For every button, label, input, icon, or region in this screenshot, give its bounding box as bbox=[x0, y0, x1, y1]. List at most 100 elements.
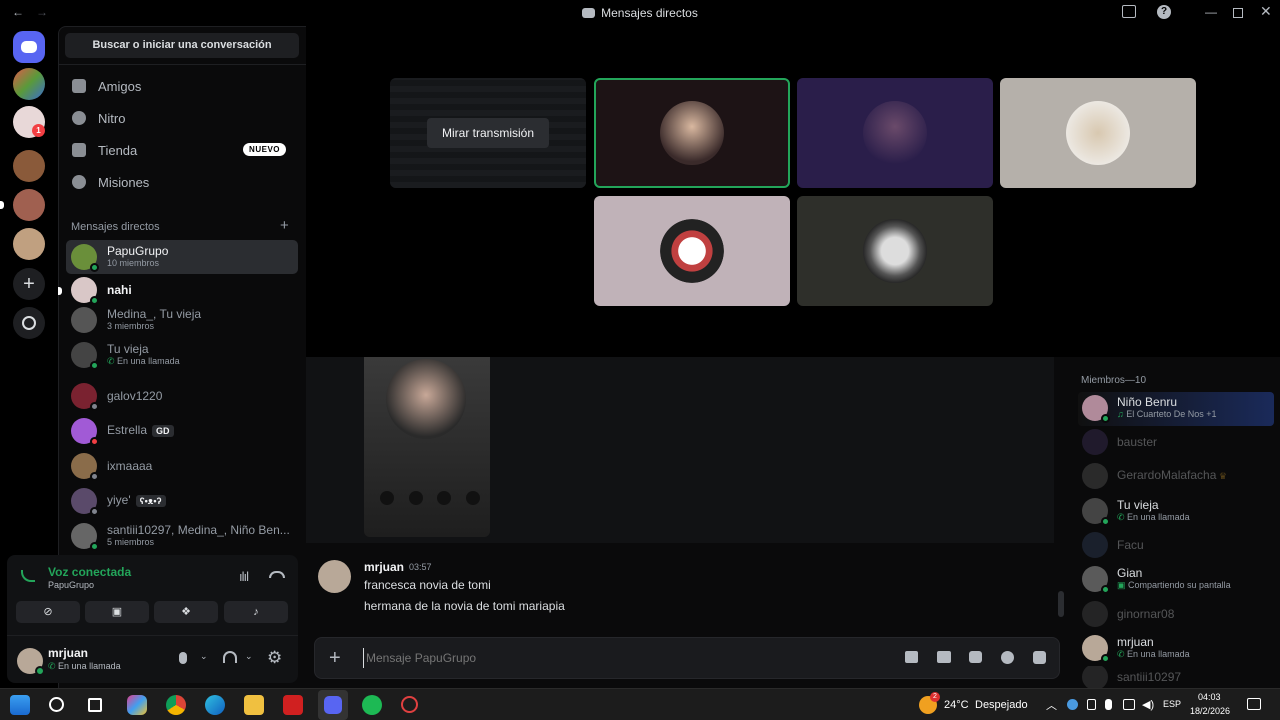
scrollbar[interactable] bbox=[1058, 591, 1064, 617]
minimize-button[interactable]: — bbox=[1205, 5, 1217, 19]
camera-button[interactable]: ⊘ bbox=[16, 601, 80, 623]
emoji-icon[interactable] bbox=[1001, 651, 1014, 664]
voice-channel[interactable]: PapuGrupo bbox=[48, 580, 94, 590]
image-attachment[interactable] bbox=[364, 357, 490, 537]
watch-stream-button[interactable]: Mirar transmisión bbox=[427, 118, 549, 148]
dm-item[interactable]: Medina_, Tu vieja 3 miembros bbox=[66, 303, 298, 337]
participant-tile[interactable] bbox=[1000, 78, 1196, 188]
participant-tile[interactable] bbox=[797, 196, 993, 306]
nav-nitro[interactable]: Nitro bbox=[66, 103, 298, 133]
member-item[interactable]: Tu vieja ✆ En una llamada bbox=[1080, 494, 1275, 528]
server-icon-couple[interactable] bbox=[13, 189, 45, 221]
member-item[interactable]: mrjuan ✆ En una llamada bbox=[1080, 631, 1275, 665]
weather-desc[interactable]: Despejado bbox=[975, 699, 1028, 711]
clock-date[interactable]: 18/2/2026 bbox=[1190, 706, 1230, 716]
close-button[interactable]: ✕ bbox=[1260, 3, 1272, 20]
task-view-icon[interactable] bbox=[88, 698, 102, 712]
search-icon[interactable] bbox=[49, 697, 64, 712]
headphones-icon[interactable] bbox=[223, 651, 237, 663]
share-screen-button[interactable]: ▣ bbox=[85, 601, 149, 623]
soundboard-button[interactable]: ♪ bbox=[224, 601, 288, 623]
microphone-icon[interactable] bbox=[179, 652, 187, 664]
spotify-icon[interactable] bbox=[362, 695, 382, 715]
maximize-button[interactable] bbox=[1233, 8, 1243, 18]
member-activity-text: En una llamada bbox=[1127, 649, 1190, 659]
cloud-icon[interactable] bbox=[1067, 699, 1078, 710]
chevron-down-icon[interactable]: ⌄ bbox=[200, 651, 208, 662]
stream-tile[interactable]: Mirar transmisión bbox=[390, 78, 586, 188]
dm-item[interactable]: Tu vieja ✆ En una llamada bbox=[66, 338, 298, 372]
edge-icon[interactable] bbox=[205, 695, 225, 715]
direct-messages-home-icon[interactable] bbox=[13, 31, 45, 63]
create-dm-plus-icon[interactable]: + bbox=[280, 217, 289, 234]
avatar bbox=[71, 523, 99, 551]
notification-center-icon[interactable] bbox=[1247, 698, 1261, 710]
gif-icon[interactable] bbox=[937, 651, 951, 663]
dm-name-text: nahi bbox=[107, 282, 132, 297]
user-name[interactable]: mrjuan bbox=[48, 646, 88, 660]
gear-icon[interactable]: ⚙ bbox=[267, 648, 282, 668]
unread-pill bbox=[0, 201, 4, 209]
message-input[interactable] bbox=[363, 648, 843, 668]
member-item[interactable]: ginornar08 bbox=[1080, 597, 1275, 631]
inbox-icon[interactable] bbox=[1122, 5, 1136, 18]
gift-icon[interactable] bbox=[905, 651, 918, 663]
discord-taskbar-active[interactable] bbox=[318, 690, 348, 720]
avatar bbox=[71, 418, 99, 446]
nav-quests[interactable]: Misiones bbox=[66, 167, 298, 197]
sticker-icon[interactable] bbox=[969, 651, 982, 663]
message-author[interactable]: mrjuan bbox=[364, 560, 404, 574]
nav-shop[interactable]: Tienda NUEVO bbox=[66, 135, 298, 165]
steelseries-icon[interactable] bbox=[401, 696, 418, 713]
member-item[interactable]: bauster bbox=[1080, 425, 1275, 459]
voice-status[interactable]: Voz conectada bbox=[48, 565, 131, 579]
dm-item[interactable]: santiii10297, Medina_, Niño Ben... 5 miem… bbox=[66, 519, 298, 553]
avatar[interactable] bbox=[318, 560, 351, 593]
noise-suppression-icon[interactable]: ılıl bbox=[239, 569, 249, 584]
clock-time[interactable]: 04:03 bbox=[1198, 692, 1221, 702]
server-icon-group[interactable] bbox=[13, 68, 45, 100]
copilot-icon[interactable] bbox=[127, 695, 147, 715]
server-icon-animal[interactable] bbox=[13, 150, 45, 182]
chrome-icon[interactable] bbox=[166, 695, 186, 715]
windows-start-icon[interactable] bbox=[10, 695, 30, 715]
activities-button[interactable]: ❖ bbox=[154, 601, 218, 623]
dm-item[interactable]: yiye' ʕ•ᴥ•ʔ bbox=[66, 484, 298, 518]
signal-icon[interactable] bbox=[21, 570, 35, 582]
apps-icon[interactable] bbox=[1033, 651, 1046, 664]
nav-friends[interactable]: Amigos bbox=[66, 71, 298, 101]
add-server-icon[interactable]: + bbox=[13, 268, 45, 300]
search-conversation-button[interactable]: Buscar o iniciar una conversación bbox=[65, 33, 299, 58]
language-indicator[interactable]: ESP bbox=[1163, 699, 1181, 709]
volume-icon[interactable]: ◀) bbox=[1142, 698, 1154, 711]
member-item[interactable]: GerardoMalafacha ♛ bbox=[1080, 459, 1275, 493]
discover-compass-icon[interactable] bbox=[13, 307, 45, 339]
member-item[interactable]: santiii10297 bbox=[1080, 666, 1275, 688]
chevron-down-icon[interactable]: ⌄ bbox=[245, 651, 253, 662]
acrobat-icon[interactable] bbox=[283, 695, 303, 715]
avatar[interactable] bbox=[17, 648, 45, 676]
help-icon[interactable]: ? bbox=[1157, 5, 1171, 19]
member-name: GerardoMalafacha ♛ bbox=[1117, 469, 1227, 483]
member-item[interactable]: Gian ▣ Compartiendo su pantalla bbox=[1080, 562, 1275, 596]
participant-tile[interactable] bbox=[594, 196, 790, 306]
member-item[interactable]: Facu bbox=[1080, 528, 1275, 562]
network-icon[interactable] bbox=[1123, 699, 1135, 710]
chevron-up-icon[interactable]: ︿ bbox=[1046, 697, 1057, 713]
shop-icon bbox=[72, 143, 86, 157]
device-icon[interactable] bbox=[1087, 699, 1096, 710]
participant-tile-speaking[interactable] bbox=[594, 78, 790, 188]
dm-item[interactable]: nahi bbox=[66, 273, 298, 307]
disconnect-icon[interactable] bbox=[269, 571, 285, 578]
add-attachment-icon[interactable]: + bbox=[329, 647, 341, 670]
member-item[interactable]: Niño Benru ♫ El Cuarteto De Nos +1 bbox=[1080, 391, 1275, 425]
dm-item[interactable]: ixmaaaa bbox=[66, 449, 298, 483]
participant-tile[interactable] bbox=[797, 78, 993, 188]
weather-temp[interactable]: 24°C bbox=[944, 699, 969, 711]
dm-item[interactable]: PapuGrupo 10 miembros bbox=[66, 240, 298, 274]
dm-item[interactable]: galov1220 bbox=[66, 379, 298, 413]
file-explorer-icon[interactable] bbox=[244, 695, 264, 715]
microphone-icon[interactable] bbox=[1105, 699, 1112, 710]
server-icon-dog[interactable] bbox=[13, 228, 45, 260]
dm-item[interactable]: Estrella GD bbox=[66, 414, 298, 448]
